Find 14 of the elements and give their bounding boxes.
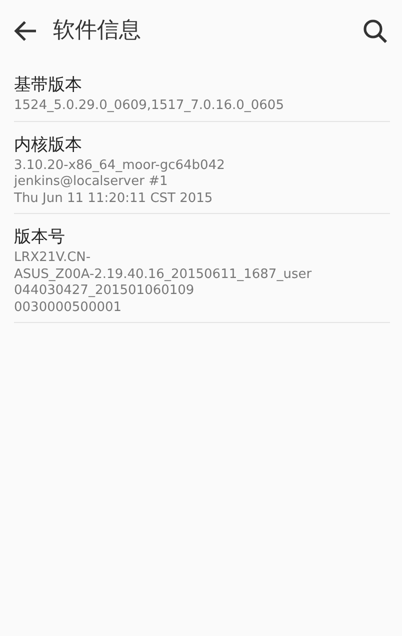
setting-value: 0030000500001 bbox=[14, 300, 123, 316]
setting-value: 1524_5.0.29.0_0609,1517_7.0.16.0_0605 bbox=[14, 98, 285, 114]
search-icon[interactable] bbox=[363, 18, 388, 44]
setting-value: Thu Jun 11 11:20:11 CST 2015 bbox=[14, 190, 214, 207]
setting-value: jenkins@localserver #1 bbox=[14, 174, 169, 190]
screen-title: 软件信息 bbox=[53, 20, 142, 42]
setting-value: 3.10.20-x86_64_moor-gc64b042 bbox=[14, 158, 226, 174]
setting-title: 内核版本 bbox=[14, 134, 83, 156]
setting-value: ASUS_Z00A-2.19.40.16_20150611_1687_user bbox=[14, 266, 313, 283]
setting-value: 044030427_201501060109 bbox=[14, 283, 196, 300]
setting-title: 版本号 bbox=[14, 226, 66, 248]
setting-value: LRX21V.CN- bbox=[14, 250, 92, 266]
setting-title: 基带版本 bbox=[14, 74, 83, 96]
back-arrow-icon[interactable] bbox=[14, 20, 38, 42]
